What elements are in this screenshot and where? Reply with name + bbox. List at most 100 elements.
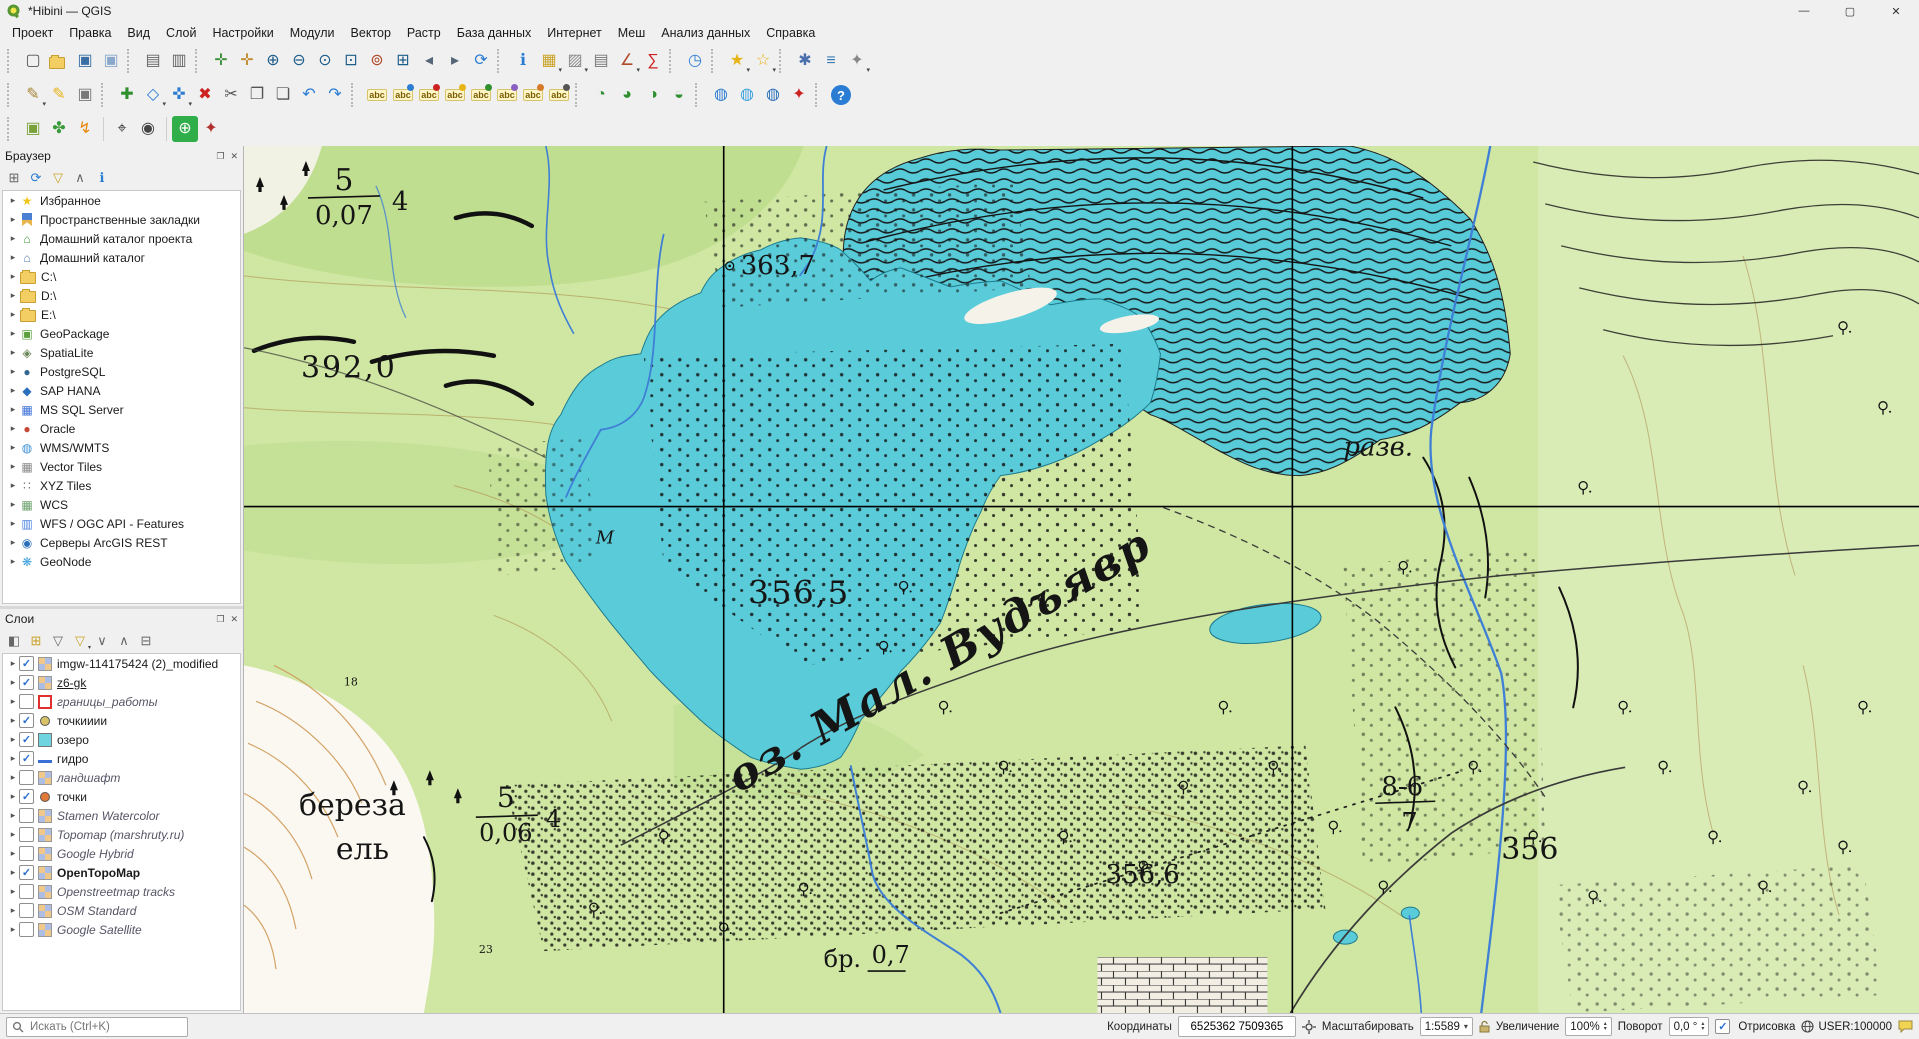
expand-arrow-icon[interactable]: ▸ — [7, 753, 19, 764]
expand-arrow-icon[interactable]: ▸ — [7, 696, 19, 707]
zoom-last-button[interactable]: ◂ — [416, 48, 442, 74]
browser-properties-button[interactable]: ℹ — [92, 168, 112, 188]
browser-item-spatialite[interactable]: ▸◈SpatiaLite — [3, 343, 240, 362]
browser-item-wfs[interactable]: ▸▥WFS / OGC API - Features — [3, 514, 240, 533]
render-checkbox[interactable]: ✓ Отрисовка — [1715, 1019, 1795, 1034]
menu-item-1[interactable]: Правка — [61, 24, 119, 42]
toggle-editing-button[interactable]: ✎ — [46, 82, 72, 108]
expand-arrow-icon[interactable]: ▸ — [7, 905, 19, 916]
browser-item-arcgis[interactable]: ▸◉Серверы ArcGIS REST — [3, 533, 240, 552]
toolbar-handle[interactable] — [7, 117, 17, 141]
spinner-icons[interactable]: ▴▾ — [1604, 1022, 1607, 1032]
browser-item-project-home[interactable]: ▸⌂Домашний каталог проекта — [3, 229, 240, 248]
layer-labeling-single-button[interactable]: abc — [390, 82, 416, 108]
toolbar-handle[interactable] — [497, 49, 507, 73]
remove-layer-button[interactable]: ⊟ — [136, 631, 156, 651]
expand-arrow-icon[interactable]: ▸ — [7, 715, 19, 726]
delete-selected-button[interactable]: ✖ — [192, 82, 218, 108]
menu-item-11[interactable]: Анализ данных — [653, 24, 758, 42]
label-pin-unpin-button[interactable]: abc — [442, 82, 468, 108]
plugin-binoculars-button[interactable]: ⌖ — [109, 116, 135, 142]
magnifier-spinbox[interactable]: 100% ▴▾ — [1565, 1017, 1611, 1036]
plugin-leaves-button[interactable]: ✤ — [46, 116, 72, 142]
new-print-layout-button[interactable]: ▤ — [140, 48, 166, 74]
layer-tochki[interactable]: ▸✓точки — [3, 787, 240, 806]
layer-ozero[interactable]: ▸✓озеро — [3, 730, 240, 749]
help-button[interactable]: ? — [831, 85, 851, 105]
extents-toggle-icon[interactable] — [1302, 1020, 1316, 1034]
label-show-hide-button[interactable]: abc — [468, 82, 494, 108]
layer-z6-gk[interactable]: ▸✓z6-gk — [3, 673, 240, 692]
expand-arrow-icon[interactable]: ▸ — [7, 385, 19, 396]
pin-labels-toolbar-button[interactable]: ✦ — [786, 82, 812, 108]
osm-place-search-button[interactable]: ⊕ — [172, 116, 198, 142]
browser-filter-button[interactable]: ▽ — [48, 168, 68, 188]
layer-checkbox[interactable] — [19, 884, 34, 899]
layer-gidro[interactable]: ▸✓гидро — [3, 749, 240, 768]
move-feature-button[interactable]: ✜▾ — [166, 82, 192, 108]
browser-item-sap-hana[interactable]: ▸◆SAP HANA — [3, 381, 240, 400]
browser-item-home[interactable]: ▸⌂Домашний каталог — [3, 248, 240, 267]
copy-features-button[interactable]: ❐ — [244, 82, 270, 108]
layer-google-hybrid[interactable]: ▸Google Hybrid — [3, 844, 240, 863]
menu-item-7[interactable]: Растр — [399, 24, 449, 42]
expand-arrow-icon[interactable]: ▸ — [7, 518, 19, 529]
python-console-button[interactable]: ≡ — [818, 48, 844, 74]
expand-arrow-icon[interactable]: ▸ — [7, 480, 19, 491]
browser-item-postgresql[interactable]: ▸●PostgreSQL — [3, 362, 240, 381]
toolbar-handle[interactable] — [101, 83, 111, 107]
search-input[interactable] — [28, 1020, 182, 1034]
open-attribute-table-button[interactable]: ▤ — [588, 48, 614, 74]
menu-item-10[interactable]: Меш — [610, 24, 654, 42]
browser-item-xyz-tiles[interactable]: ▸∷XYZ Tiles — [3, 476, 240, 495]
spinner-icons[interactable]: ▴▾ — [1701, 1022, 1704, 1032]
collapse-all-button[interactable]: ∧ — [114, 631, 134, 651]
expand-arrow-icon[interactable]: ▸ — [7, 423, 19, 434]
layer-checkbox[interactable]: ✓ — [19, 732, 34, 747]
panel-float-button[interactable]: ❐ — [216, 151, 224, 162]
layer-checkbox[interactable]: ✓ — [19, 713, 34, 728]
rotation-spinbox[interactable]: 0,0 ° ▴▾ — [1669, 1017, 1710, 1036]
paste-features-button[interactable]: ❏ — [270, 82, 296, 108]
redo-button[interactable]: ↷ — [322, 82, 348, 108]
layer-stamen-watercolor[interactable]: ▸Stamen Watercolor — [3, 806, 240, 825]
expand-arrow-icon[interactable]: ▸ — [7, 848, 19, 859]
plugin-package-button[interactable]: ▣ — [20, 116, 46, 142]
expand-arrow-icon[interactable]: ▸ — [7, 195, 19, 206]
zoom-to-layer-button[interactable]: ⊞ — [390, 48, 416, 74]
expand-arrow-icon[interactable]: ▸ — [7, 214, 19, 225]
browser-collapse-all-button[interactable]: ∧ — [70, 168, 90, 188]
browser-item-spatial-bookmarks[interactable]: ▸Пространственные закладки — [3, 210, 240, 229]
toolbar-handle[interactable] — [575, 83, 585, 107]
temporal-controller-button[interactable]: ◷ — [682, 48, 708, 74]
layer-topomap[interactable]: ▸Topomap (marshruty.ru) — [3, 825, 240, 844]
browser-item-favorites[interactable]: ▸★Избранное — [3, 191, 240, 210]
current-edits-button[interactable]: ✎▾ — [20, 82, 46, 108]
label-move-rotate-button[interactable]: abc — [494, 82, 520, 108]
toolbar-handle[interactable] — [7, 83, 17, 107]
toolbar-handle[interactable] — [779, 49, 789, 73]
expand-arrow-icon[interactable]: ▸ — [7, 499, 19, 510]
panel-close-button[interactable]: ✕ — [230, 151, 238, 162]
browser-item-wcs[interactable]: ▸▦WCS — [3, 495, 240, 514]
plugin-dark-tool-button[interactable]: ◉ — [135, 116, 161, 142]
expand-arrow-icon[interactable]: ▸ — [7, 328, 19, 339]
vertex-tool-button[interactable]: ◇▾ — [140, 82, 166, 108]
layer-checkbox[interactable]: ✓ — [19, 656, 34, 671]
expand-arrow-icon[interactable]: ▸ — [7, 924, 19, 935]
metasearch-button[interactable]: ◍ — [708, 82, 734, 108]
diagram-show-hide-button[interactable]: ◑ — [640, 82, 666, 108]
layer-opentopomap[interactable]: ▸✓OpenTopoMap — [3, 863, 240, 882]
identify-features-button[interactable]: ℹ — [510, 48, 536, 74]
panel-close-button[interactable]: ✕ — [230, 614, 238, 625]
layer-checkbox[interactable] — [19, 903, 34, 918]
browser-item-oracle[interactable]: ▸●Oracle — [3, 419, 240, 438]
layout-manager-button[interactable]: ▥ — [166, 48, 192, 74]
add-group-button[interactable]: ⊞ — [26, 631, 46, 651]
toolbar-handle[interactable] — [127, 49, 137, 73]
browser-add-layer-button[interactable]: ⊞ — [4, 168, 24, 188]
menu-item-8[interactable]: База данных — [449, 24, 539, 42]
zoom-native-button[interactable]: ⊙ — [312, 48, 338, 74]
browser-item-geonode[interactable]: ▸❋GeoNode — [3, 552, 240, 571]
statusbar-search[interactable] — [6, 1017, 188, 1037]
